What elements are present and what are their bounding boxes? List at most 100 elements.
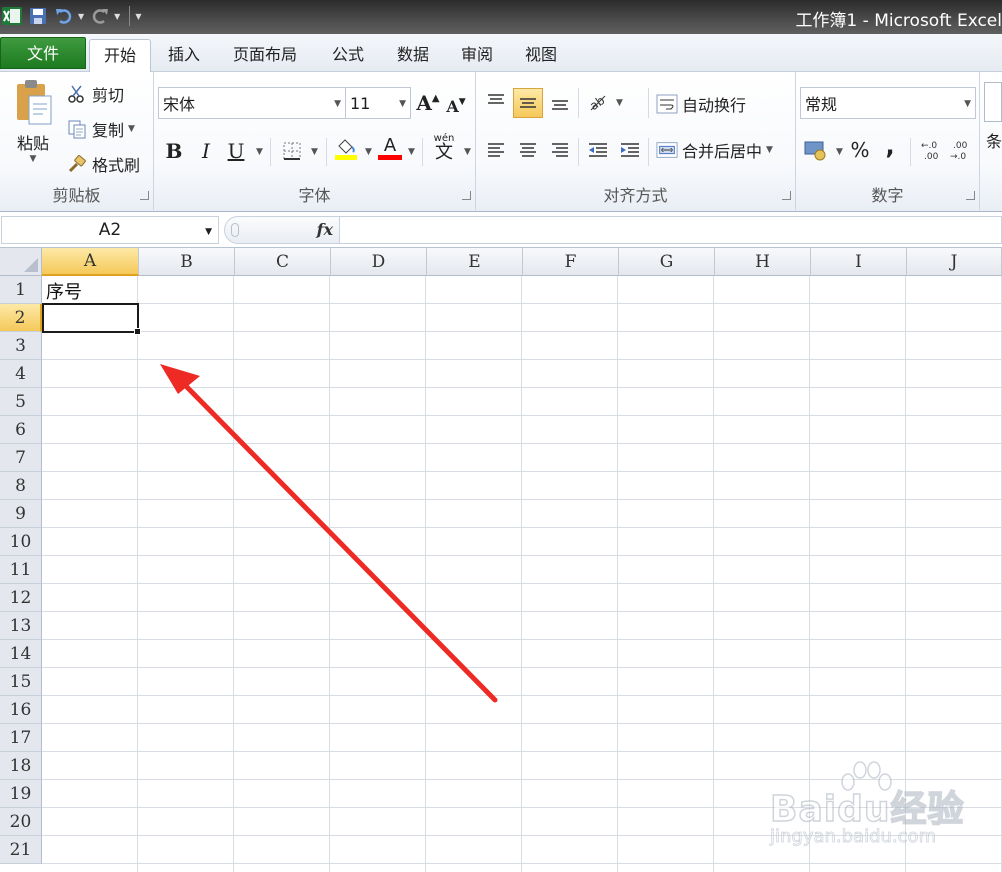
- cell-a1[interactable]: 序号: [46, 278, 82, 304]
- undo-icon[interactable]: [52, 4, 76, 28]
- alignment-dialog-launcher-icon[interactable]: [782, 191, 791, 200]
- row-header-10[interactable]: 10: [0, 528, 42, 556]
- name-box[interactable]: A2 ▼: [1, 216, 219, 244]
- increase-decimal-button[interactable]: ←.0.00: [918, 136, 946, 164]
- align-left-button[interactable]: [482, 136, 510, 164]
- tab-review[interactable]: 审阅: [448, 39, 506, 72]
- row-header-16[interactable]: 16: [0, 696, 42, 724]
- number-format-dropdown-icon[interactable]: ▼: [964, 99, 971, 109]
- font-name-dropdown-icon[interactable]: ▼: [334, 99, 341, 109]
- name-box-dropdown-icon[interactable]: ▼: [205, 227, 212, 237]
- row-header-11[interactable]: 11: [0, 556, 42, 584]
- column-header-c[interactable]: C: [235, 248, 331, 276]
- font-size-combo[interactable]: 11 ▼: [345, 87, 411, 119]
- formula-bar-grip-icon[interactable]: [231, 223, 239, 237]
- fill-color-dropdown-icon[interactable]: ▼: [365, 147, 372, 157]
- conditional-formatting-icon[interactable]: [984, 82, 1002, 122]
- column-header-g[interactable]: G: [619, 248, 715, 276]
- row-header-7[interactable]: 7: [0, 444, 42, 472]
- row-header-19[interactable]: 19: [0, 780, 42, 808]
- font-color-button[interactable]: A: [376, 134, 404, 162]
- copy-button[interactable]: 复制 ▼: [66, 117, 135, 141]
- paste-button[interactable]: 粘贴 ▼: [8, 78, 58, 178]
- insert-function-button[interactable]: fx: [317, 220, 333, 239]
- merge-center-button[interactable]: 合并后居中 ▼: [656, 138, 773, 162]
- row-header-3[interactable]: 3: [0, 332, 42, 360]
- row-header-4[interactable]: 4: [0, 360, 42, 388]
- fill-color-button[interactable]: [332, 134, 360, 162]
- column-header-b[interactable]: B: [139, 248, 235, 276]
- redo-dropdown-icon[interactable]: ▼: [114, 12, 120, 21]
- undo-dropdown-icon[interactable]: ▼: [78, 12, 84, 21]
- font-name-combo[interactable]: 宋体 ▼: [158, 87, 346, 119]
- cut-button[interactable]: 剪切: [66, 82, 124, 106]
- number-format-combo[interactable]: 常规 ▼: [800, 87, 976, 119]
- format-painter-button[interactable]: 格式刷: [66, 152, 140, 176]
- row-header-9[interactable]: 9: [0, 500, 42, 528]
- align-top-button[interactable]: [482, 88, 510, 116]
- align-bottom-button[interactable]: [546, 88, 574, 116]
- row-header-6[interactable]: 6: [0, 416, 42, 444]
- decrease-indent-button[interactable]: [584, 136, 612, 164]
- tab-formulas[interactable]: 公式: [318, 39, 378, 72]
- conditional-formatting-label[interactable]: 条: [986, 128, 1002, 152]
- borders-button[interactable]: [278, 137, 306, 165]
- tab-home[interactable]: 开始: [89, 39, 151, 73]
- phonetic-button[interactable]: wén 文: [428, 134, 460, 162]
- font-size-dropdown-icon[interactable]: ▼: [399, 99, 406, 109]
- column-header-e[interactable]: E: [427, 248, 523, 276]
- tab-data[interactable]: 数据: [384, 39, 442, 72]
- paste-dropdown-icon[interactable]: ▼: [30, 154, 37, 164]
- tab-file[interactable]: 文件: [0, 37, 86, 69]
- italic-button[interactable]: I: [192, 137, 220, 165]
- row-header-14[interactable]: 14: [0, 640, 42, 668]
- orientation-button[interactable]: ab: [584, 88, 612, 116]
- shrink-font-button[interactable]: A ▼: [442, 92, 470, 120]
- tab-page-layout[interactable]: 页面布局: [220, 39, 310, 72]
- save-icon[interactable]: [26, 4, 50, 28]
- formula-input[interactable]: [340, 216, 1002, 244]
- borders-dropdown-icon[interactable]: ▼: [311, 147, 318, 157]
- grow-font-button[interactable]: A ▲: [414, 89, 442, 117]
- merge-center-dropdown-icon[interactable]: ▼: [766, 145, 773, 155]
- row-header-13[interactable]: 13: [0, 612, 42, 640]
- redo-icon[interactable]: [88, 4, 112, 28]
- row-header-21[interactable]: 21: [0, 836, 42, 864]
- bold-button[interactable]: B: [160, 137, 188, 165]
- number-dialog-launcher-icon[interactable]: [966, 191, 975, 200]
- copy-dropdown-icon[interactable]: ▼: [128, 124, 135, 134]
- font-dialog-launcher-icon[interactable]: [462, 191, 471, 200]
- phonetic-dropdown-icon[interactable]: ▼: [464, 147, 471, 157]
- align-center-button[interactable]: [514, 136, 542, 164]
- row-header-1[interactable]: 1: [0, 276, 42, 304]
- accounting-dropdown-icon[interactable]: ▼: [836, 147, 843, 157]
- percent-style-button[interactable]: %: [846, 136, 874, 164]
- comma-style-button[interactable]: ,: [876, 132, 904, 160]
- row-header-15[interactable]: 15: [0, 668, 42, 696]
- row-header-12[interactable]: 12: [0, 584, 42, 612]
- align-middle-button[interactable]: [513, 88, 543, 118]
- active-cell-a2[interactable]: [42, 303, 141, 335]
- align-right-button[interactable]: [546, 136, 574, 164]
- row-header-17[interactable]: 17: [0, 724, 42, 752]
- column-header-h[interactable]: H: [715, 248, 811, 276]
- column-header-f[interactable]: F: [523, 248, 619, 276]
- customize-qat-icon[interactable]: ▼: [135, 12, 141, 21]
- select-all-button[interactable]: [0, 248, 42, 276]
- tab-insert[interactable]: 插入: [153, 39, 215, 72]
- row-header-2[interactable]: 2: [0, 304, 42, 332]
- column-header-i[interactable]: I: [811, 248, 907, 276]
- orientation-dropdown-icon[interactable]: ▼: [616, 98, 623, 108]
- accounting-format-button[interactable]: [802, 136, 830, 164]
- row-header-20[interactable]: 20: [0, 808, 42, 836]
- row-header-5[interactable]: 5: [0, 388, 42, 416]
- font-color-dropdown-icon[interactable]: ▼: [408, 147, 415, 157]
- increase-indent-button[interactable]: [616, 136, 644, 164]
- column-header-j[interactable]: J: [907, 248, 1002, 276]
- wrap-text-button[interactable]: 自动换行: [656, 92, 746, 116]
- row-header-18[interactable]: 18: [0, 752, 42, 780]
- column-header-d[interactable]: D: [331, 248, 427, 276]
- clipboard-dialog-launcher-icon[interactable]: [140, 191, 149, 200]
- underline-button[interactable]: U: [222, 137, 250, 165]
- tab-view[interactable]: 视图: [512, 39, 570, 72]
